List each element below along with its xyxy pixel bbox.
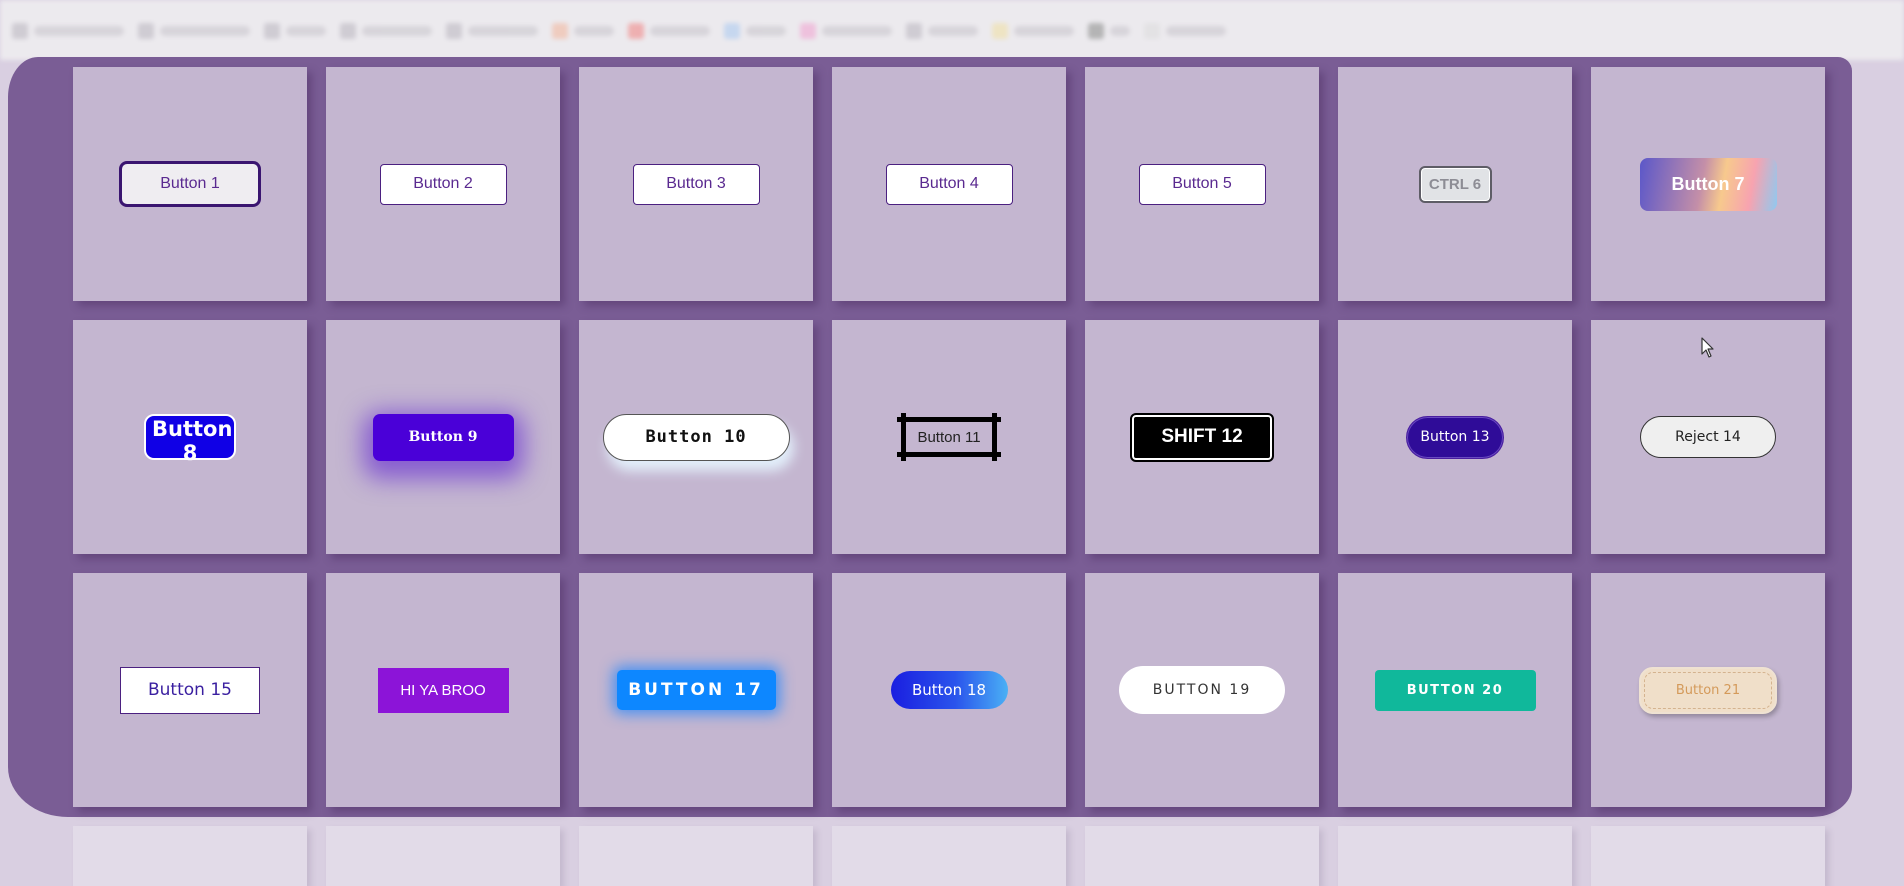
button-5[interactable]: Button 5 (1138, 163, 1266, 205)
button-20[interactable]: BUTTON 20 (1374, 669, 1536, 711)
button-cell: Button 7 (1591, 67, 1825, 301)
button-cell: Button 9 (326, 320, 560, 554)
button-cell: Button 2 (326, 67, 560, 301)
button-grid: Button 1 Button 2 Button 3 Button 4 Butt… (73, 67, 1825, 807)
button-2[interactable]: Button 2 (379, 163, 507, 205)
button-13[interactable]: Button 13 (1406, 415, 1504, 459)
button-cell: Button 11 (832, 320, 1066, 554)
button-cell: Button 13 (1338, 320, 1572, 554)
button-cell (1591, 826, 1825, 886)
button-cell: Button 18 (832, 573, 1066, 807)
button-cell (326, 826, 560, 886)
bookmark-item[interactable] (138, 23, 250, 39)
button-8[interactable]: Button 8 (144, 414, 236, 465)
button-9[interactable]: Button 9 (372, 413, 514, 461)
bookmark-item[interactable] (1144, 23, 1226, 39)
button-cell: Button 5 (1085, 67, 1319, 301)
bookmark-item[interactable] (1088, 23, 1130, 39)
bookmark-item[interactable] (552, 23, 614, 39)
button-cell: CTRL 6 (1338, 67, 1572, 301)
button-4[interactable]: Button 4 (885, 163, 1013, 205)
button-cell: BUTTON 19 (1085, 573, 1319, 807)
bookmark-item[interactable] (992, 23, 1074, 39)
bookmark-item[interactable] (800, 23, 892, 39)
bookmarks-bar (0, 0, 1904, 60)
button-16[interactable]: HI YA BROO (377, 667, 509, 713)
button-cell: Button 8 (73, 320, 307, 554)
bookmark-item[interactable] (264, 23, 326, 39)
bookmark-item[interactable] (340, 23, 432, 39)
button-cell: BUTTON 17 (579, 573, 813, 807)
button-cell (1338, 826, 1572, 886)
button-17[interactable]: BUTTON 17 (616, 670, 776, 710)
button-cell: Button 3 (579, 67, 813, 301)
button-cell: SHIFT 12 (1085, 320, 1319, 554)
bookmark-item[interactable] (628, 23, 710, 39)
button-11-frame: Button 11 (897, 413, 1001, 461)
button-14[interactable]: Reject 14 (1640, 416, 1776, 458)
button-cell (73, 826, 307, 886)
bookmark-item[interactable] (446, 23, 538, 39)
button-1[interactable]: Button 1 (119, 161, 261, 207)
button-3[interactable]: Button 3 (632, 163, 760, 205)
button-cell: HI YA BROO (326, 573, 560, 807)
button-21[interactable]: Button 21 (1639, 666, 1777, 714)
button-19[interactable]: BUTTON 19 (1119, 666, 1285, 714)
button-cell: Button 10 (579, 320, 813, 554)
button-cell: Button 1 (73, 67, 307, 301)
mouse-pointer-icon (1701, 337, 1714, 358)
button-7[interactable]: Button 7 (1639, 157, 1777, 211)
button-cell (832, 826, 1066, 886)
button-cell (1085, 826, 1319, 886)
button-6[interactable]: CTRL 6 (1418, 165, 1492, 203)
button-cell: BUTTON 20 (1338, 573, 1572, 807)
button-15[interactable]: Button 15 (120, 666, 260, 714)
bookmark-item[interactable] (724, 23, 786, 39)
next-row-preview (73, 826, 1825, 886)
button-10[interactable]: Button 10 (602, 413, 790, 461)
bookmark-item[interactable] (906, 23, 978, 39)
button-cell: Button 4 (832, 67, 1066, 301)
bookmark-item[interactable] (12, 23, 124, 39)
button-cell: Button 21 (1591, 573, 1825, 807)
button-12[interactable]: SHIFT 12 (1130, 412, 1274, 462)
button-18[interactable]: Button 18 (890, 671, 1008, 709)
button-11[interactable]: Button 11 (905, 419, 993, 455)
button-cell: Button 15 (73, 573, 307, 807)
button-cell (579, 826, 813, 886)
